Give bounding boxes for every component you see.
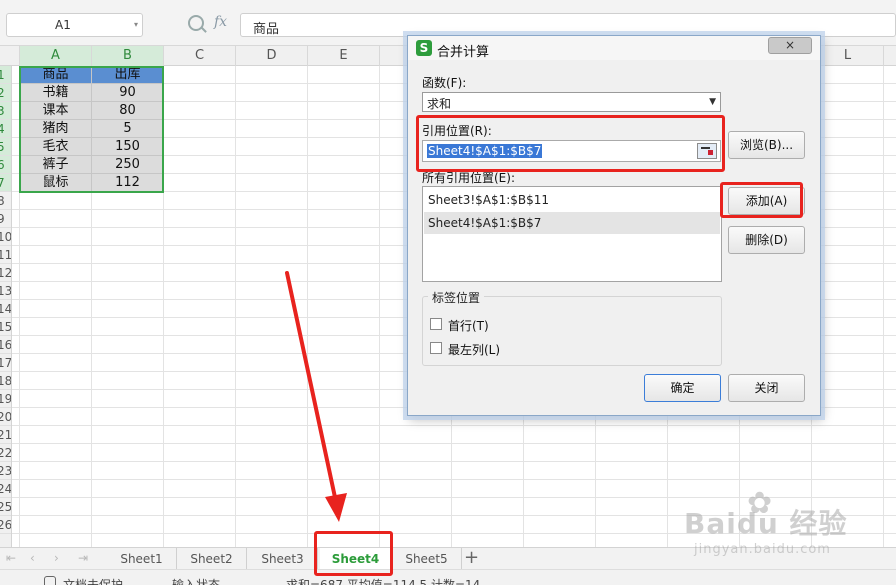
selection-border xyxy=(19,66,164,193)
row-header-7[interactable]: 7 xyxy=(0,174,11,192)
chevron-down-icon[interactable]: ▼ xyxy=(709,97,716,107)
chevron-down-icon[interactable]: ▾ xyxy=(134,20,138,29)
row-header-24[interactable]: 24 xyxy=(0,480,11,498)
first-row-label: 首行(T) xyxy=(448,319,489,333)
prev-sheet-icon[interactable]: ‹ xyxy=(30,551,35,565)
row-header-17[interactable]: 17 xyxy=(0,354,11,372)
row-header-13[interactable]: 13 xyxy=(0,282,11,300)
row-header-25[interactable]: 25 xyxy=(0,498,11,516)
sheet-tab-sheet1[interactable]: Sheet1 xyxy=(107,548,177,570)
name-box[interactable]: A1 ▾ xyxy=(6,13,143,37)
row-header-2[interactable]: 2 xyxy=(0,84,11,102)
first-sheet-icon[interactable]: ⇤ xyxy=(6,551,16,565)
row-header-15[interactable]: 15 xyxy=(0,318,11,336)
row-header-20[interactable]: 20 xyxy=(0,408,11,426)
row-header-3[interactable]: 3 xyxy=(0,102,11,120)
sheet-tab-sheet3[interactable]: Sheet3 xyxy=(248,548,318,570)
last-sheet-icon[interactable]: ⇥ xyxy=(78,551,88,565)
row-header-1[interactable]: 1 xyxy=(0,66,11,84)
row-header-19[interactable]: 19 xyxy=(0,390,11,408)
browse-button[interactable]: 浏览(B)... xyxy=(728,131,805,159)
dialog-title-bar[interactable]: S 合并计算 × xyxy=(408,36,820,60)
close-button[interactable]: 关闭 xyxy=(728,374,805,402)
row-header-6[interactable]: 6 xyxy=(0,156,11,174)
highlight-add-box xyxy=(720,182,803,218)
function-value: 求和 xyxy=(427,97,452,111)
protect-status[interactable]: 文档未保护 xyxy=(63,576,123,585)
shield-icon xyxy=(44,576,56,585)
column-header-d[interactable]: D xyxy=(236,46,308,66)
row-header-10[interactable]: 10 xyxy=(0,228,11,246)
first-row-checkbox[interactable] xyxy=(430,318,442,330)
label-position-title: 标签位置 xyxy=(428,289,485,306)
dialog-title: 合并计算 xyxy=(437,45,490,60)
add-sheet-button[interactable]: + xyxy=(464,547,479,568)
row-header-23[interactable]: 23 xyxy=(0,462,11,480)
name-box-value: A1 xyxy=(55,18,71,32)
formula-value: 商品 xyxy=(253,22,280,37)
function-select[interactable]: 求和 ▼ xyxy=(422,92,721,112)
row-header-14[interactable]: 14 xyxy=(0,300,11,318)
row-header-12[interactable]: 12 xyxy=(0,264,11,282)
all-references-list[interactable]: Sheet3!$A$1:$B$11 Sheet4!$A$1:$B$7 xyxy=(422,186,722,282)
close-icon[interactable]: × xyxy=(768,37,812,54)
list-item[interactable]: Sheet4!$A$1:$B$7 xyxy=(424,212,720,234)
fx-icon[interactable]: fx xyxy=(214,14,227,30)
row-header-26[interactable]: 26 xyxy=(0,516,11,534)
list-item[interactable]: Sheet3!$A$1:$B$11 xyxy=(424,189,720,211)
app-logo-icon: S xyxy=(416,40,432,56)
row-header: 1234567891011121314151617181920212223242… xyxy=(0,66,12,548)
row-header-11[interactable]: 11 xyxy=(0,246,11,264)
sheet-tab-sheet5[interactable]: Sheet5 xyxy=(392,548,462,570)
watermark-brand: Baidu 经验 xyxy=(684,507,848,540)
formula-input[interactable]: 商品 xyxy=(240,13,896,37)
row-header-18[interactable]: 18 xyxy=(0,372,11,390)
row-header-8[interactable]: 8 xyxy=(0,192,11,210)
status-bar: 文档未保护 输入状态 求和=687 平均值=114.5 计数=14 xyxy=(0,569,896,585)
column-header-c[interactable]: C xyxy=(164,46,236,66)
input-mode: 输入状态 xyxy=(172,578,221,585)
column-header-b[interactable]: B xyxy=(92,46,164,66)
row-header-5[interactable]: 5 xyxy=(0,138,11,156)
consolidate-dialog: S 合并计算 × 函数(F): 求和 ▼ 引用位置(R): Sheet4!$A$… xyxy=(407,35,821,416)
zoom-icon[interactable] xyxy=(188,15,204,31)
sheet-tab-sheet2[interactable]: Sheet2 xyxy=(177,548,247,570)
column-header-l[interactable]: L xyxy=(812,46,884,66)
next-sheet-icon[interactable]: › xyxy=(54,551,59,565)
ok-button[interactable]: 确定 xyxy=(644,374,721,402)
row-header-9[interactable]: 9 xyxy=(0,210,11,228)
row-header-16[interactable]: 16 xyxy=(0,336,11,354)
row-header-22[interactable]: 22 xyxy=(0,444,11,462)
delete-button[interactable]: 删除(D) xyxy=(728,226,805,254)
highlight-sheet4-box xyxy=(314,531,393,576)
column-header-a[interactable]: A xyxy=(20,46,92,66)
baidu-watermark: ✿ Baidu 经验 jingyan.baidu.com xyxy=(684,486,896,566)
left-column-checkbox[interactable] xyxy=(430,342,442,354)
highlight-reference-box xyxy=(416,115,725,172)
function-label: 函数(F): xyxy=(422,76,467,90)
left-column-label: 最左列(L) xyxy=(448,343,501,357)
watermark-url: jingyan.baidu.com xyxy=(694,542,831,557)
selection-stats: 求和=687 平均值=114.5 计数=14 xyxy=(286,578,481,585)
row-header-21[interactable]: 21 xyxy=(0,426,11,444)
row-header-4[interactable]: 4 xyxy=(0,120,11,138)
column-header-e[interactable]: E xyxy=(308,46,380,66)
select-all-corner[interactable] xyxy=(0,46,20,66)
